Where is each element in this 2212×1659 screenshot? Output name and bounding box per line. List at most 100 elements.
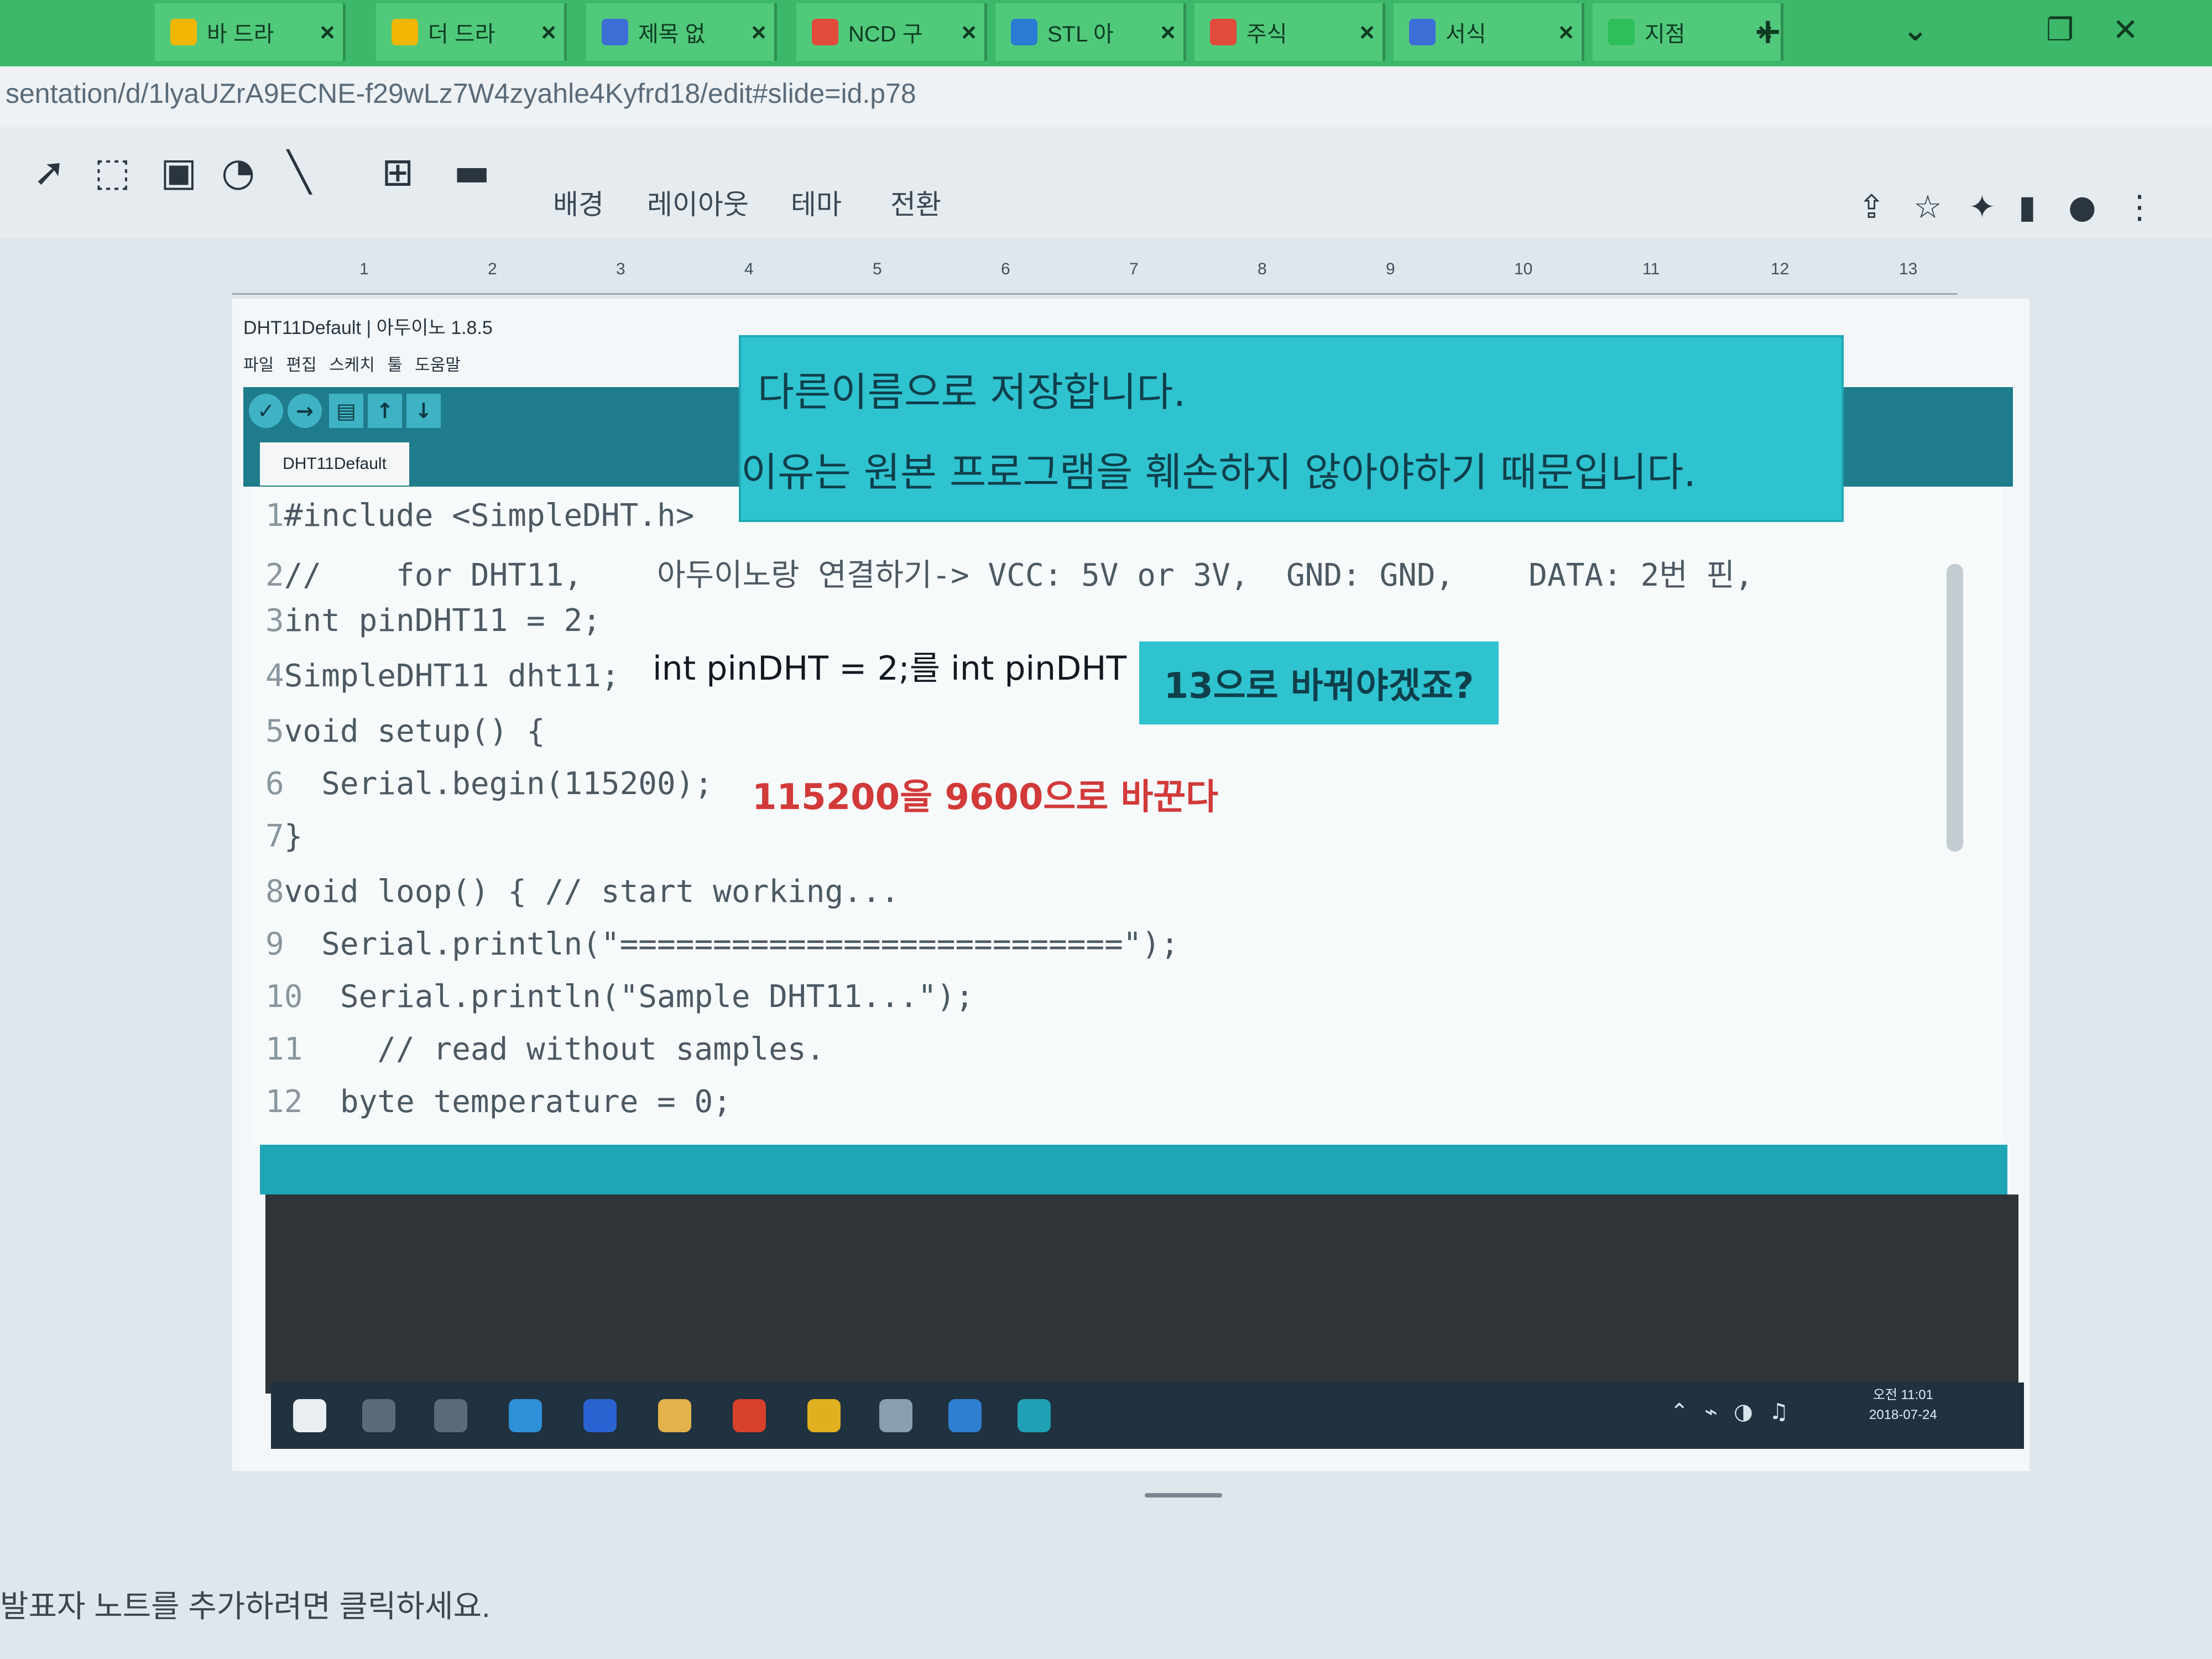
chrome-icon[interactable] [807, 1399, 841, 1432]
edge-icon[interactable] [509, 1399, 542, 1432]
app-gray-icon[interactable] [879, 1399, 912, 1432]
tab-label: 바 드라 [207, 22, 274, 46]
code-line[interactable]: 4SimpleDHT11 dht11; [265, 658, 620, 694]
tab-close-icon[interactable]: × [312, 17, 343, 47]
menu-layout[interactable]: 레이아웃 [647, 182, 749, 222]
sketch-tab[interactable]: DHT11Default [260, 442, 409, 486]
extension-icon[interactable]: ✦ [1969, 188, 1996, 226]
tab-close-icon[interactable]: × [1152, 17, 1183, 47]
code-line[interactable]: 3int pinDHT11 = 2; [265, 603, 601, 639]
code-line[interactable]: 2// for DHT11, 아두이노랑 연결하기-> VCC: 5V or 3… [265, 550, 1754, 595]
tab-label: NCD 구 [848, 22, 923, 46]
menu-theme[interactable]: 테마 [791, 182, 842, 222]
background-color-icon[interactable]: ▬ [453, 149, 490, 195]
code-line[interactable]: 10 Serial.println("Sample DHT11..."); [265, 979, 974, 1015]
code-text: int pinDHT11 = 2; [284, 603, 601, 639]
line-number: 8 [265, 874, 284, 910]
image-icon[interactable]: ▣ [160, 149, 197, 195]
code-line[interactable]: 5void setup() { [265, 713, 545, 749]
tab-close-icon[interactable]: × [953, 17, 984, 47]
avatar[interactable]: ● [2068, 188, 2096, 226]
code-text: // for DHT11, 아두이노랑 연결하기-> VCC: 5V or 3V… [284, 557, 1754, 593]
verify-button[interactable]: ✓ [249, 394, 283, 428]
line-number: 1 [265, 498, 284, 534]
share-icon[interactable]: ⇪ [1858, 188, 1885, 226]
upload-button[interactable]: → [288, 394, 322, 428]
line-number: 3 [265, 603, 284, 639]
code-text: } [284, 818, 303, 854]
tab-close-icon[interactable]: × [1551, 17, 1582, 47]
editor-scrollbar[interactable] [1947, 564, 1963, 852]
menu-background[interactable]: 배경 [553, 182, 604, 222]
browser-tab[interactable]: 바 드라 × [155, 3, 346, 61]
tray-clock[interactable]: 오전 11:01 2018-07-24 [1869, 1385, 1937, 1425]
browser-tab[interactable]: 주식 × [1194, 3, 1385, 61]
ruler-mark: 2 [488, 260, 497, 278]
code-line[interactable]: 7} [265, 818, 302, 854]
select-arrow-icon[interactable]: ➚ [33, 149, 66, 195]
tab-favicon-icon [392, 19, 418, 45]
ruler-mark: 8 [1258, 260, 1267, 278]
browser-tab[interactable]: STL 아 × [995, 3, 1186, 61]
app-blue-icon[interactable] [948, 1399, 982, 1432]
browser-tab[interactable]: 서식 × [1394, 3, 1584, 61]
tab-favicon-icon [1011, 19, 1037, 45]
ruler-mark: 11 [1642, 260, 1660, 278]
browser-tab[interactable]: NCD 구 × [796, 3, 987, 61]
file-explorer-icon[interactable] [658, 1399, 691, 1432]
open-sketch-button[interactable]: ↑ [368, 394, 402, 428]
minimize-window-button[interactable]: ⌄ [1902, 12, 1928, 48]
new-tab-button[interactable]: + [1753, 11, 1783, 52]
tab-favicon-icon [1608, 19, 1635, 45]
pin-change-note: int pinDHT = 2;를 int pinDHT = [653, 649, 1165, 688]
ie-icon[interactable] [583, 1399, 617, 1432]
ruler-mark: 12 [1771, 260, 1790, 278]
text-box-icon[interactable]: ⬚ [94, 149, 131, 195]
new-sketch-button[interactable]: ▤ [329, 394, 363, 428]
tab-close-icon[interactable]: × [743, 17, 774, 47]
pin-change-highlight: 13으로 바꿔야겠죠? [1139, 641, 1499, 724]
ide-title: DHT11Default | 아두이노 1.8.5 [243, 317, 493, 338]
bookmark-icon[interactable]: ▮ [2018, 188, 2036, 226]
address-url[interactable]: sentation/d/1lyaUZrA9ECNE-f29wLz7W4zyahl… [6, 77, 916, 109]
task-view-icon[interactable] [434, 1399, 467, 1432]
code-line[interactable]: 9 Serial.println("======================… [265, 926, 1179, 962]
code-line[interactable]: 8void loop() { // start working... [265, 874, 899, 910]
speaker-notes[interactable]: 발표자 노트를 추가하려면 클릭하세요. [0, 1582, 491, 1626]
code-line[interactable]: 11 // read without samples. [265, 1031, 825, 1067]
maximize-window-button[interactable]: ❐ [2046, 12, 2074, 48]
star-icon[interactable]: ☆ [1913, 188, 1942, 226]
code-line[interactable]: 1#include <SimpleDHT.h> [265, 498, 694, 534]
browser-tab[interactable]: 제목 없 × [586, 3, 777, 61]
tab-close-icon[interactable]: × [533, 17, 564, 47]
ruler-mark: 4 [744, 260, 754, 278]
code-line[interactable]: 6 Serial.begin(115200); [265, 766, 713, 802]
search-icon[interactable] [362, 1399, 395, 1432]
tab-label: 더 드라 [428, 22, 495, 46]
save-sketch-button[interactable]: ↓ [406, 394, 441, 428]
tab-label: 제목 없 [638, 22, 706, 46]
notes-resize-handle[interactable] [1145, 1493, 1222, 1498]
code-text: Serial.begin(115200); [284, 766, 713, 802]
tab-favicon-icon [812, 19, 838, 45]
more-menu-icon[interactable]: ⋮ [2124, 188, 2156, 226]
browser-tab[interactable]: 더 드라 × [376, 3, 567, 61]
ruler-mark: 9 [1386, 260, 1395, 278]
line-icon[interactable]: ╲ [288, 149, 311, 195]
line-number: 5 [265, 713, 284, 749]
code-text: SimpleDHT11 dht11; [284, 658, 620, 694]
menu-transition[interactable]: 전환 [890, 182, 941, 222]
ruler-mark: 13 [1899, 260, 1918, 278]
start-icon[interactable] [293, 1399, 326, 1432]
comment-icon[interactable]: ⊞ [382, 149, 414, 195]
app-red-icon[interactable] [733, 1399, 766, 1432]
arduino-icon[interactable] [1018, 1399, 1051, 1432]
code-line[interactable]: 12 byte temperature = 0; [265, 1084, 732, 1120]
code-text: byte temperature = 0; [302, 1084, 732, 1120]
system-tray-icons[interactable]: ⌃ ⌁ ◑ ♫ [1670, 1399, 1793, 1425]
tab-close-icon[interactable]: × [1352, 17, 1383, 47]
tray-date: 2018-07-24 [1869, 1407, 1937, 1422]
ruler-mark: 5 [873, 260, 882, 278]
close-window-button[interactable]: ✕ [2112, 12, 2138, 48]
shape-icon[interactable]: ◔ [221, 149, 255, 195]
